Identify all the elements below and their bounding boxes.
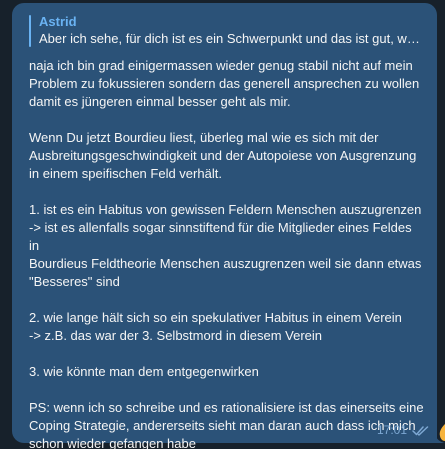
message-time: 17:01 [376,423,407,437]
reaction-emoji-icon[interactable] [437,422,445,442]
message-paragraph: Wenn Du jetzt Bourdieu liest, überleg ma… [29,130,417,181]
double-check-icon [412,425,429,436]
reply-author: Astrid [39,14,77,29]
message-paragraph: 1. ist es ein Habitus von gewissen Felde… [29,202,422,289]
message-paragraph: naja ich bin grad einigermassen wieder g… [29,58,420,109]
chat-area: Astrid Aber ich sehe, für dich ist es ei… [0,0,445,449]
message-text: naja ich bin grad einigermassen wieder g… [29,57,425,449]
message-paragraph: PS: wenn ich so schreibe und es rational… [29,400,424,449]
reply-quote[interactable]: Astrid Aber ich sehe, für dich ist es ei… [29,13,425,48]
message-meta: 17:01 [377,423,429,437]
message-paragraph: 2. wie lange hält sich so ein spekulativ… [29,310,402,343]
message-bubble[interactable]: Astrid Aber ich sehe, für dich ist es ei… [12,3,437,449]
reply-text: Aber ich sehe, für dich ist es ein Schwe… [39,31,425,46]
message-paragraph: 3. wie könnte man dem entgegenwirken [29,364,259,379]
